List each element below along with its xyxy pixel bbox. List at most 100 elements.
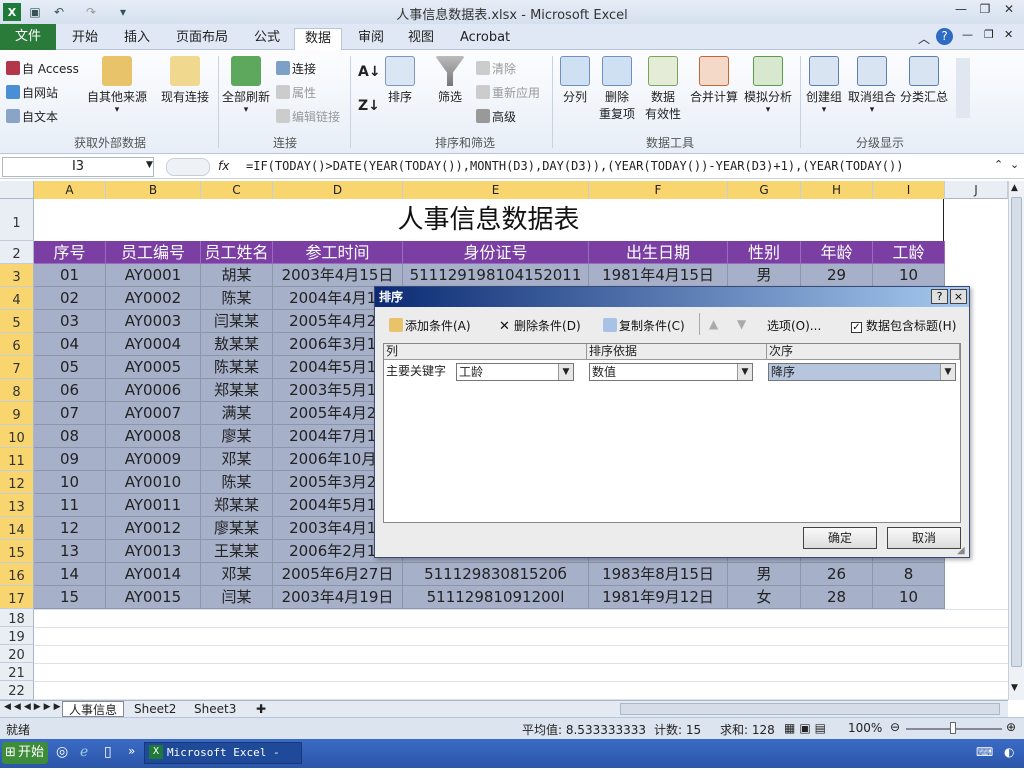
restore-icon[interactable]: ❐ (974, 2, 996, 20)
ungroup-button[interactable]: 取消组合 ▾ (846, 56, 898, 115)
row-header[interactable]: 21 (0, 663, 34, 681)
table-cell[interactable]: 29 (801, 264, 873, 287)
table-cell[interactable]: 28 (801, 586, 873, 609)
scroll-thumb[interactable] (1011, 197, 1022, 667)
row-header[interactable]: 19 (0, 627, 34, 645)
row-header[interactable]: 6 (0, 333, 34, 356)
row-header[interactable]: 2 (0, 241, 34, 264)
from-web-button[interactable]: 自网站 (6, 84, 58, 101)
empty-grid[interactable] (34, 609, 1008, 700)
table-cell[interactable]: 敖某某 (201, 333, 273, 356)
remove-duplicates-button[interactable]: 删除 重复项 (596, 56, 638, 122)
table-cell[interactable]: 陈某 (201, 471, 273, 494)
what-if-button[interactable]: 模拟分析 ▾ (742, 56, 794, 115)
select-all-button[interactable] (0, 181, 34, 199)
quicklaunch-icon[interactable]: ◎ (56, 744, 68, 760)
table-cell[interactable]: 男 (728, 264, 801, 287)
refresh-all-button[interactable]: 全部刷新 ▾ (220, 56, 272, 115)
cancel-button[interactable]: 取消 (887, 527, 961, 549)
table-cell[interactable]: 2003年4月15日 (273, 264, 403, 287)
row-header[interactable]: 10 (0, 425, 34, 448)
tab-home[interactable]: 开始 (62, 28, 108, 50)
table-cell[interactable]: 王某某 (201, 540, 273, 563)
column-header-cell[interactable]: 年龄 (801, 241, 873, 264)
col-header-b[interactable]: B (106, 181, 201, 199)
table-cell[interactable]: AY0003 (106, 310, 201, 333)
tab-review[interactable]: 审阅 (348, 28, 394, 50)
table-cell[interactable]: 04 (34, 333, 106, 356)
resize-grip-icon[interactable]: ◢ (957, 545, 965, 556)
table-cell[interactable]: 02 (34, 287, 106, 310)
row-header[interactable]: 3 (0, 264, 34, 287)
table-cell[interactable]: 廖某 (201, 425, 273, 448)
sort-za-icon[interactable]: Z↓ (358, 98, 380, 114)
taskbar-excel-button[interactable]: X Microsoft Excel - ... (144, 742, 302, 779)
table-cell[interactable]: AY0005 (106, 356, 201, 379)
table-cell[interactable]: 12 (34, 517, 106, 540)
name-box[interactable]: I3 (2, 157, 154, 177)
table-cell[interactable]: 11 (34, 494, 106, 517)
sheet-nav-icon[interactable]: ◀◀◀▶▶▶ (4, 702, 64, 712)
table-cell[interactable]: 07 (34, 402, 106, 425)
column-header-cell[interactable]: 身份证号 (403, 241, 589, 264)
more-icon[interactable]: » (128, 744, 135, 758)
table-cell[interactable]: 郑某某 (201, 379, 273, 402)
dialog-close-button[interactable]: × (950, 289, 967, 304)
from-text-button[interactable]: 自文本 (6, 108, 58, 125)
row-header[interactable]: 22 (0, 681, 34, 700)
table-cell[interactable]: 男 (728, 563, 801, 586)
table-cell[interactable]: AY0015 (106, 586, 201, 609)
vertical-scrollbar[interactable]: ▲ ▼ (1008, 181, 1024, 700)
row-header[interactable]: 9 (0, 402, 34, 425)
formula-input[interactable]: =IF(TODAY()>DATE(YEAR(TODAY()),MONTH(D3)… (246, 159, 986, 173)
row-header[interactable]: 20 (0, 645, 34, 663)
row-header[interactable]: 4 (0, 287, 34, 310)
tab-page-layout[interactable]: 页面布局 (166, 28, 238, 50)
table-cell[interactable]: AY0011 (106, 494, 201, 517)
table-cell[interactable]: AY0010 (106, 471, 201, 494)
delete-level-button[interactable]: ✕ 删除条件(D) (499, 317, 581, 334)
table-cell[interactable]: 10 (873, 264, 945, 287)
col-header-h[interactable]: H (801, 181, 873, 199)
table-cell[interactable]: 10 (34, 471, 106, 494)
dialog-help-button[interactable]: ? (931, 289, 948, 304)
sheet-tab-active[interactable]: 人事信息 (62, 701, 125, 717)
table-cell[interactable]: 郑某某 (201, 494, 273, 517)
table-cell[interactable]: 1981年4月15日 (589, 264, 728, 287)
sort-button[interactable]: 排序 (382, 56, 418, 105)
col-header-e[interactable]: E (403, 181, 589, 199)
help-icon[interactable]: ? (936, 28, 953, 45)
table-cell[interactable]: 15 (34, 586, 106, 609)
table-cell[interactable]: 闫某某 (201, 310, 273, 333)
tray-icon[interactable]: ◐ (1004, 745, 1014, 759)
filter-button[interactable]: 筛选 (430, 56, 470, 105)
reapply-button[interactable]: 重新应用 (476, 84, 540, 101)
wb-minimize-icon[interactable]: — (962, 28, 973, 41)
edit-links-button[interactable]: 编辑链接 (276, 108, 340, 125)
copy-level-button[interactable]: 复制条件(C) (603, 317, 685, 334)
wb-close-icon[interactable]: ✕ (1004, 28, 1013, 41)
table-cell[interactable]: 05 (34, 356, 106, 379)
tab-acrobat[interactable]: Acrobat (450, 28, 520, 50)
start-button[interactable]: ⊞ 开始 (2, 742, 48, 764)
table-cell[interactable]: AY0008 (106, 425, 201, 448)
view-buttons-icon[interactable]: ▦▣▤ (784, 721, 830, 735)
scroll-down-icon[interactable]: ▼ (1011, 683, 1018, 693)
keyboard-icon[interactable]: ⌨ (976, 745, 993, 759)
row-header[interactable]: 1 (0, 199, 34, 241)
table-cell[interactable]: 陈某 (201, 287, 273, 310)
table-cell[interactable]: 10 (873, 586, 945, 609)
name-box-dropdown-icon[interactable]: ▼ (146, 160, 153, 170)
col-header-f[interactable]: F (589, 181, 728, 199)
table-cell[interactable]: AY0014 (106, 563, 201, 586)
table-cell[interactable]: 邓某 (201, 448, 273, 471)
row-header[interactable]: 14 (0, 517, 34, 540)
order-select[interactable]: 降序 ▼ (768, 363, 956, 381)
scroll-up-icon[interactable]: ▲ (1011, 183, 1018, 193)
tab-data[interactable]: 数据 (294, 28, 343, 51)
horizontal-scrollbar[interactable] (620, 703, 1000, 715)
formula-expand-icon[interactable]: ⌃ (994, 158, 1003, 171)
col-header-j[interactable]: J (945, 181, 1008, 199)
table-cell[interactable]: 01 (34, 264, 106, 287)
row-header[interactable]: 16 (0, 563, 34, 586)
